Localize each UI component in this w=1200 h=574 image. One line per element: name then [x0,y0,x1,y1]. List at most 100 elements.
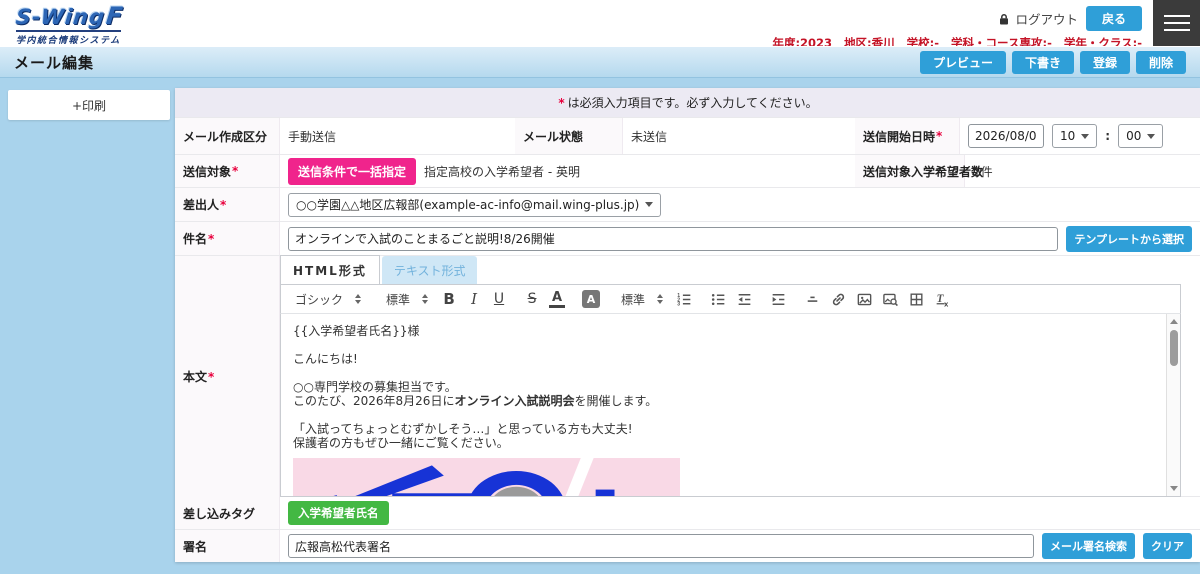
embedded-banner-image [293,458,680,497]
chevron-down-icon [1147,134,1155,139]
horizontal-rule-icon[interactable] [804,289,821,309]
mail-type-value: 手動送信 [280,118,515,154]
time-colon: : [1105,129,1110,143]
font-size-select[interactable]: 標準 [382,289,432,310]
bulk-condition-button[interactable]: 送信条件で一括指定 [288,158,416,185]
required-notice-text: は必須入力項目です。必ず入力してください。 [568,94,818,111]
register-button[interactable]: 登録 [1080,51,1130,74]
send-date-input[interactable] [968,124,1044,148]
row-send-target: 送信対象* 送信条件で一括指定 指定高校の入学希望者 - 英明 送信対象入学希望… [175,154,1200,187]
chevron-down-icon [645,202,653,207]
merge-tag-button[interactable]: 入学希望者氏名 [288,501,389,525]
signature-clear-button[interactable]: クリア [1143,533,1192,559]
send-minute-select[interactable]: 00 [1118,124,1163,148]
editor-scrollbar[interactable] [1166,314,1180,496]
font-color-button[interactable]: A [549,291,565,308]
row-merge-tag: 差し込みタグ 入学希望者氏名 [175,496,1200,529]
link-icon[interactable] [830,289,847,309]
signature-input[interactable] [288,534,1034,558]
font-family-select[interactable]: ゴシック [291,289,365,310]
title-bar-actions: プレビュー下書き登録削除 [920,51,1186,74]
editor-toolbar: ゴシック標準BIUSAA標準123Tx [280,284,1181,314]
sender-select[interactable]: ○○学園△△地区広報部(example-ac-info@mail.wing-pl… [288,193,661,217]
delete-button[interactable]: 削除 [1136,51,1186,74]
menu-button[interactable] [1153,0,1200,46]
title-bar: メール編集 プレビュー下書き登録削除 [0,46,1200,78]
table-icon[interactable] [908,289,925,309]
mail-type-label: メール作成区分 [175,118,280,154]
ordered-list-icon[interactable]: 123 [676,289,693,309]
unordered-list-icon[interactable] [710,289,727,309]
outdent-icon[interactable] [736,289,753,309]
email-body-line: 保護者の方もぜひ一緒にご覧ください。 [293,436,1156,450]
row-mail-type-status-datetime: メール作成区分 手動送信 メール状態 未送信 送信開始日時* 10 : 00 [175,117,1200,154]
scrollbar-thumb[interactable] [1170,330,1178,366]
row-sender: 差出人* ○○学園△△地区広報部(example-ac-info@mail.wi… [175,187,1200,221]
clear-format-icon[interactable]: Tx [934,289,951,309]
send-datetime-value: 10 : 00 [960,118,1200,154]
merge-tag-label: 差し込みタグ [175,497,280,529]
scroll-down-icon[interactable] [1170,486,1178,491]
wing-icon: F [105,2,125,30]
print-button[interactable]: +印刷 [8,90,170,120]
paragraph-format-select[interactable]: 標準 [617,289,667,310]
indent-icon[interactable] [770,289,787,309]
email-body-editor[interactable]: {{入学希望者氏名}}様 こんにちは! ○○専門学校の募集担当です。このたび、2… [280,314,1181,497]
subject-label: 件名* [175,222,280,255]
send-target-text: 指定高校の入学希望者 - 英明 [424,163,580,180]
back-button[interactable]: 戻る [1086,6,1142,31]
preview-button[interactable]: プレビュー [920,51,1006,74]
rich-text-editor: HTML形式 テキスト形式 ゴシック標準BIUSAA標準123Tx {{入学希望… [280,256,1181,497]
svg-text:3: 3 [677,301,680,307]
logout-link[interactable]: ログアウト [997,9,1078,28]
email-body-line: こんにちは! [293,352,1156,366]
target-count-value: 1件 [965,155,1200,187]
target-count-label: 送信対象入学希望者数 [855,155,965,187]
send-datetime-label: 送信開始日時* [855,118,960,154]
signature-search-button[interactable]: メール署名検索 [1042,533,1135,559]
email-body-line [293,408,1156,422]
signature-value: メール署名検索 クリア [280,530,1200,562]
italic-button[interactable]: I [466,289,482,309]
highlight-color-button[interactable]: A [582,290,600,308]
email-body-line: ○○専門学校の募集担当です。 [293,380,1156,394]
row-signature: 署名 メール署名検索 クリア [175,529,1200,562]
sender-label: 差出人* [175,188,280,221]
signature-label: 署名 [175,530,280,562]
strikethrough-button[interactable]: S [524,289,540,309]
required-mark: * [558,96,564,110]
mail-status-label: メール状態 [515,118,623,154]
svg-text:x: x [944,299,949,308]
scroll-up-icon[interactable] [1170,319,1178,324]
tab-text-format[interactable]: テキスト形式 [382,256,478,284]
required-notice: * は必須入力項目です。必ず入力してください。 [175,88,1200,117]
chevron-down-icon [1081,134,1089,139]
subject-input[interactable] [288,227,1058,251]
app-logo[interactable]: S-WingF 学内統合情報システム [16,4,124,47]
underline-button[interactable]: U [491,289,507,309]
screen: S-WingF 学内統合情報システム ログアウト 戻る 年度:2023地区:香川… [0,0,1200,574]
image-icon[interactable] [856,289,873,309]
template-select-button[interactable]: テンプレートから選択 [1066,226,1192,252]
email-body-line: このたび、2026年8月26日にオンライン入試説明会を開催します。 [293,394,1156,408]
image-search-icon[interactable] [882,289,899,309]
bold-button[interactable]: B [441,289,457,309]
draft-button[interactable]: 下書き [1012,51,1074,74]
logo-subtitle: 学内統合情報システム [16,30,121,46]
email-body-line [293,366,1156,380]
email-body-line: {{入学希望者氏名}}様 [293,324,1156,338]
send-target-label: 送信対象* [175,155,280,187]
mail-status-value: 未送信 [623,118,855,154]
page-title: メール編集 [14,52,94,73]
header-right: ログアウト 戻る 年度:2023地区:香川学校:-学科・コース専攻:-学年・クラ… [772,0,1142,51]
email-body-lines: {{入学希望者氏名}}様 こんにちは! ○○専門学校の募集担当です。このたび、2… [293,324,1156,450]
send-hour-select[interactable]: 10 [1052,124,1097,148]
email-body-line [293,338,1156,352]
app-header: S-WingF 学内統合情報システム ログアウト 戻る 年度:2023地区:香川… [0,0,1200,46]
editor-tabs: HTML形式 テキスト形式 [280,256,1181,284]
tab-html-format[interactable]: HTML形式 [280,255,380,284]
merge-tag-value: 入学希望者氏名 [280,497,1200,529]
row-subject: 件名* テンプレートから選択 [175,221,1200,255]
body-label: 本文* [175,256,280,497]
logout-label: ログアウト [1015,9,1078,28]
